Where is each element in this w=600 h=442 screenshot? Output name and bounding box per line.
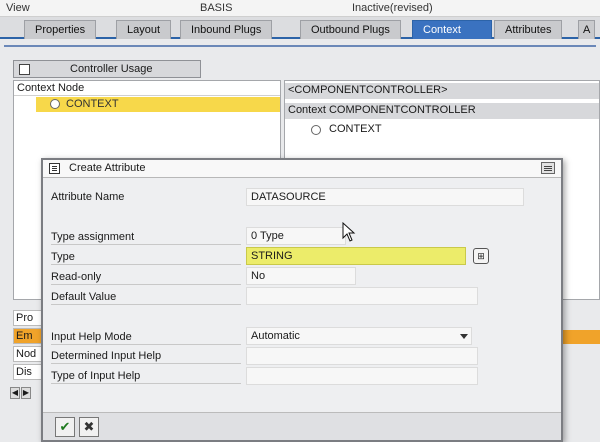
context-tree-node-selected[interactable]: CONTEXT [36,97,280,112]
default-value-input[interactable] [246,287,478,305]
read-only-select[interactable]: No [246,267,356,285]
input-help-mode-select[interactable]: Automatic [246,327,472,345]
attribute-name-label: Attribute Name [51,191,125,203]
determined-input-help-input[interactable] [246,347,478,365]
tab-context[interactable]: Context [412,20,492,39]
attribute-name-input[interactable]: DATASOURCE [246,188,524,206]
type-input[interactable]: STRING [246,247,466,265]
component-controller-row[interactable]: <COMPONENTCONTROLLER> [285,83,599,99]
type-label: Type [51,251,75,263]
read-only-label: Read-only [51,271,102,283]
type-of-input-help-input[interactable] [246,367,478,385]
dialog-title: Create Attribute [69,162,146,174]
determined-input-help-label: Determined Input Help [51,350,162,362]
controller-usage-label: Controller Usage [70,63,153,75]
label-underline [51,244,241,245]
status-text: Inactive(revised) [352,2,433,14]
label-underline [51,284,241,285]
tab-divider [4,45,596,47]
default-value-label: Default Value [51,291,117,303]
scroll-right-icon[interactable]: ▶ [21,387,31,399]
confirm-button[interactable]: ✔ [55,417,75,437]
scroll-buttons[interactable]: ◀ ▶ [10,386,44,400]
label-underline [51,363,241,364]
dropdown-arrow-icon[interactable] [460,334,468,339]
tab-attributes[interactable]: Attributes [494,20,563,39]
dialog-icon [49,163,60,174]
tab-outbound-plugs[interactable]: Outbound Plugs [300,20,401,39]
tab-inbound-plugs[interactable]: Inbound Plugs [180,20,273,39]
node-circle-icon [311,125,321,135]
view-label: View [6,2,30,14]
properties-row-highlight [560,330,600,344]
top-info-bar: View BASIS Inactive(revised) [0,0,600,17]
label-underline [51,383,241,384]
value-help-icon[interactable]: ⊞ [473,248,489,264]
controller-context-label: CONTEXT [329,123,382,135]
mouse-cursor-icon [342,222,356,242]
label-underline [51,304,241,305]
type-of-input-help-label: Type of Input Help [51,370,141,382]
context-node-label: CONTEXT [66,98,119,110]
cancel-button[interactable]: ✖ [79,417,99,437]
controller-usage-icon [19,64,30,75]
label-underline [51,264,241,265]
input-help-mode-label: Input Help Mode [51,331,132,343]
dialog-title-bar: Create Attribute [43,160,561,178]
context-component-controller-row[interactable]: Context COMPONENTCONTROLLER [285,103,599,119]
scroll-left-icon[interactable]: ◀ [10,387,20,399]
controller-usage-button[interactable]: Controller Usage [13,60,201,78]
tab-more[interactable]: A [578,20,596,39]
type-assignment-label: Type assignment [51,231,135,243]
label-underline [51,344,241,345]
create-attribute-dialog: Create Attribute Attribute Name DATASOUR… [41,158,563,442]
type-assignment-select[interactable]: 0 Type [246,227,346,245]
dialog-button-bar: ✔ ✖ [43,412,561,440]
tab-layout[interactable]: Layout [116,20,172,39]
tab-strip: Properties Layout Inbound Plugs Outbound… [0,17,600,39]
component-name: BASIS [200,2,233,14]
controller-context-node[interactable]: CONTEXT [305,123,382,135]
window-menu-icon[interactable] [541,162,555,174]
tab-properties[interactable]: Properties [24,20,97,39]
context-node-header: Context Node [14,81,280,96]
node-circle-icon [50,99,60,109]
